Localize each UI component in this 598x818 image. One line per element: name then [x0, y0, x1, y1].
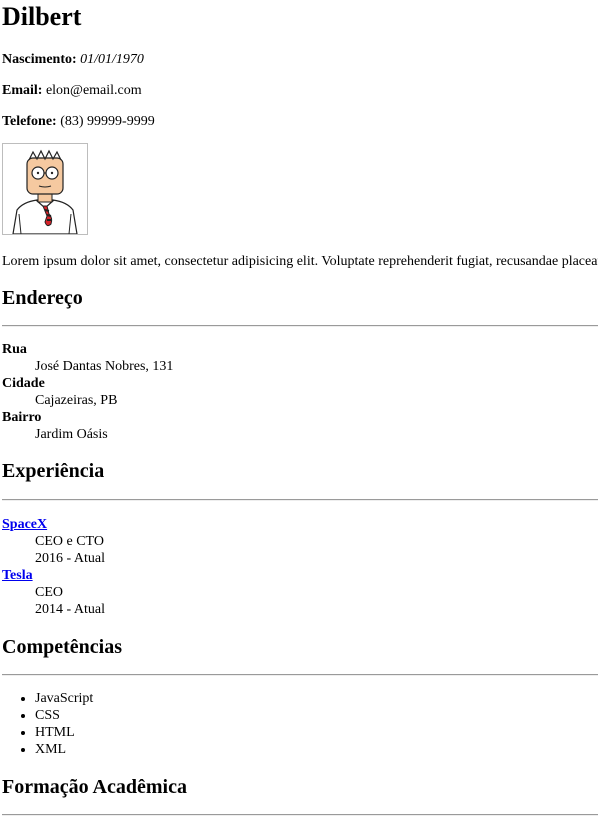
- neighborhood-value: Jardim Oásis: [35, 427, 108, 442]
- education-divider: [2, 814, 598, 816]
- phone-line: Telefone: (83) 99999-9999: [2, 113, 155, 130]
- skills-divider: [2, 674, 598, 676]
- dilbert-cartoon-icon: [12, 149, 78, 234]
- education-heading: Formação Acadêmica: [2, 776, 187, 798]
- city-value: Cajazeiras, PB: [35, 393, 118, 408]
- skill-item: HTML: [35, 724, 93, 741]
- tesla-period: 2014 - Atual: [35, 602, 105, 617]
- bio-paragraph: Lorem ipsum dolor sit amet, consectetur …: [2, 254, 598, 269]
- birth-value: 01/01/1970: [80, 52, 144, 67]
- address-divider: [2, 325, 598, 327]
- tesla-role: CEO: [35, 585, 63, 600]
- spacex-role: CEO e CTO: [35, 534, 104, 549]
- spacex-link[interactable]: SpaceX: [2, 517, 47, 532]
- email-label: Email:: [2, 83, 43, 98]
- neighborhood-label: Bairro: [2, 410, 42, 425]
- skill-item: XML: [35, 741, 93, 758]
- city-label: Cidade: [2, 376, 45, 391]
- experience-heading: Experiência: [2, 460, 105, 482]
- street-label: Rua: [2, 342, 27, 357]
- email-line: Email: elon@email.com: [2, 82, 142, 99]
- experience-company-tesla: Tesla: [2, 567, 33, 584]
- birth-line: Nascimento: 01/01/1970: [2, 51, 144, 68]
- experience-divider: [2, 499, 598, 501]
- person-name: Dilbert: [2, 2, 82, 31]
- email-value: elon@email.com: [45, 83, 142, 98]
- experience-company-spacex: SpaceX: [2, 516, 47, 533]
- skills-list: JavaScript CSS HTML XML: [2, 690, 93, 758]
- phone-value: (83) 99999-9999: [60, 114, 155, 129]
- spacex-period: 2016 - Atual: [35, 551, 105, 566]
- skill-item: CSS: [35, 707, 93, 724]
- phone-label: Telefone:: [2, 114, 57, 129]
- address-heading: Endereço: [2, 287, 83, 309]
- tesla-link[interactable]: Tesla: [2, 568, 33, 583]
- skills-heading: Competências: [2, 636, 122, 658]
- avatar: [2, 143, 88, 235]
- skill-item: JavaScript: [35, 690, 93, 707]
- street-value: José Dantas Nobres, 131: [35, 359, 174, 374]
- birth-label: Nascimento:: [2, 52, 77, 67]
